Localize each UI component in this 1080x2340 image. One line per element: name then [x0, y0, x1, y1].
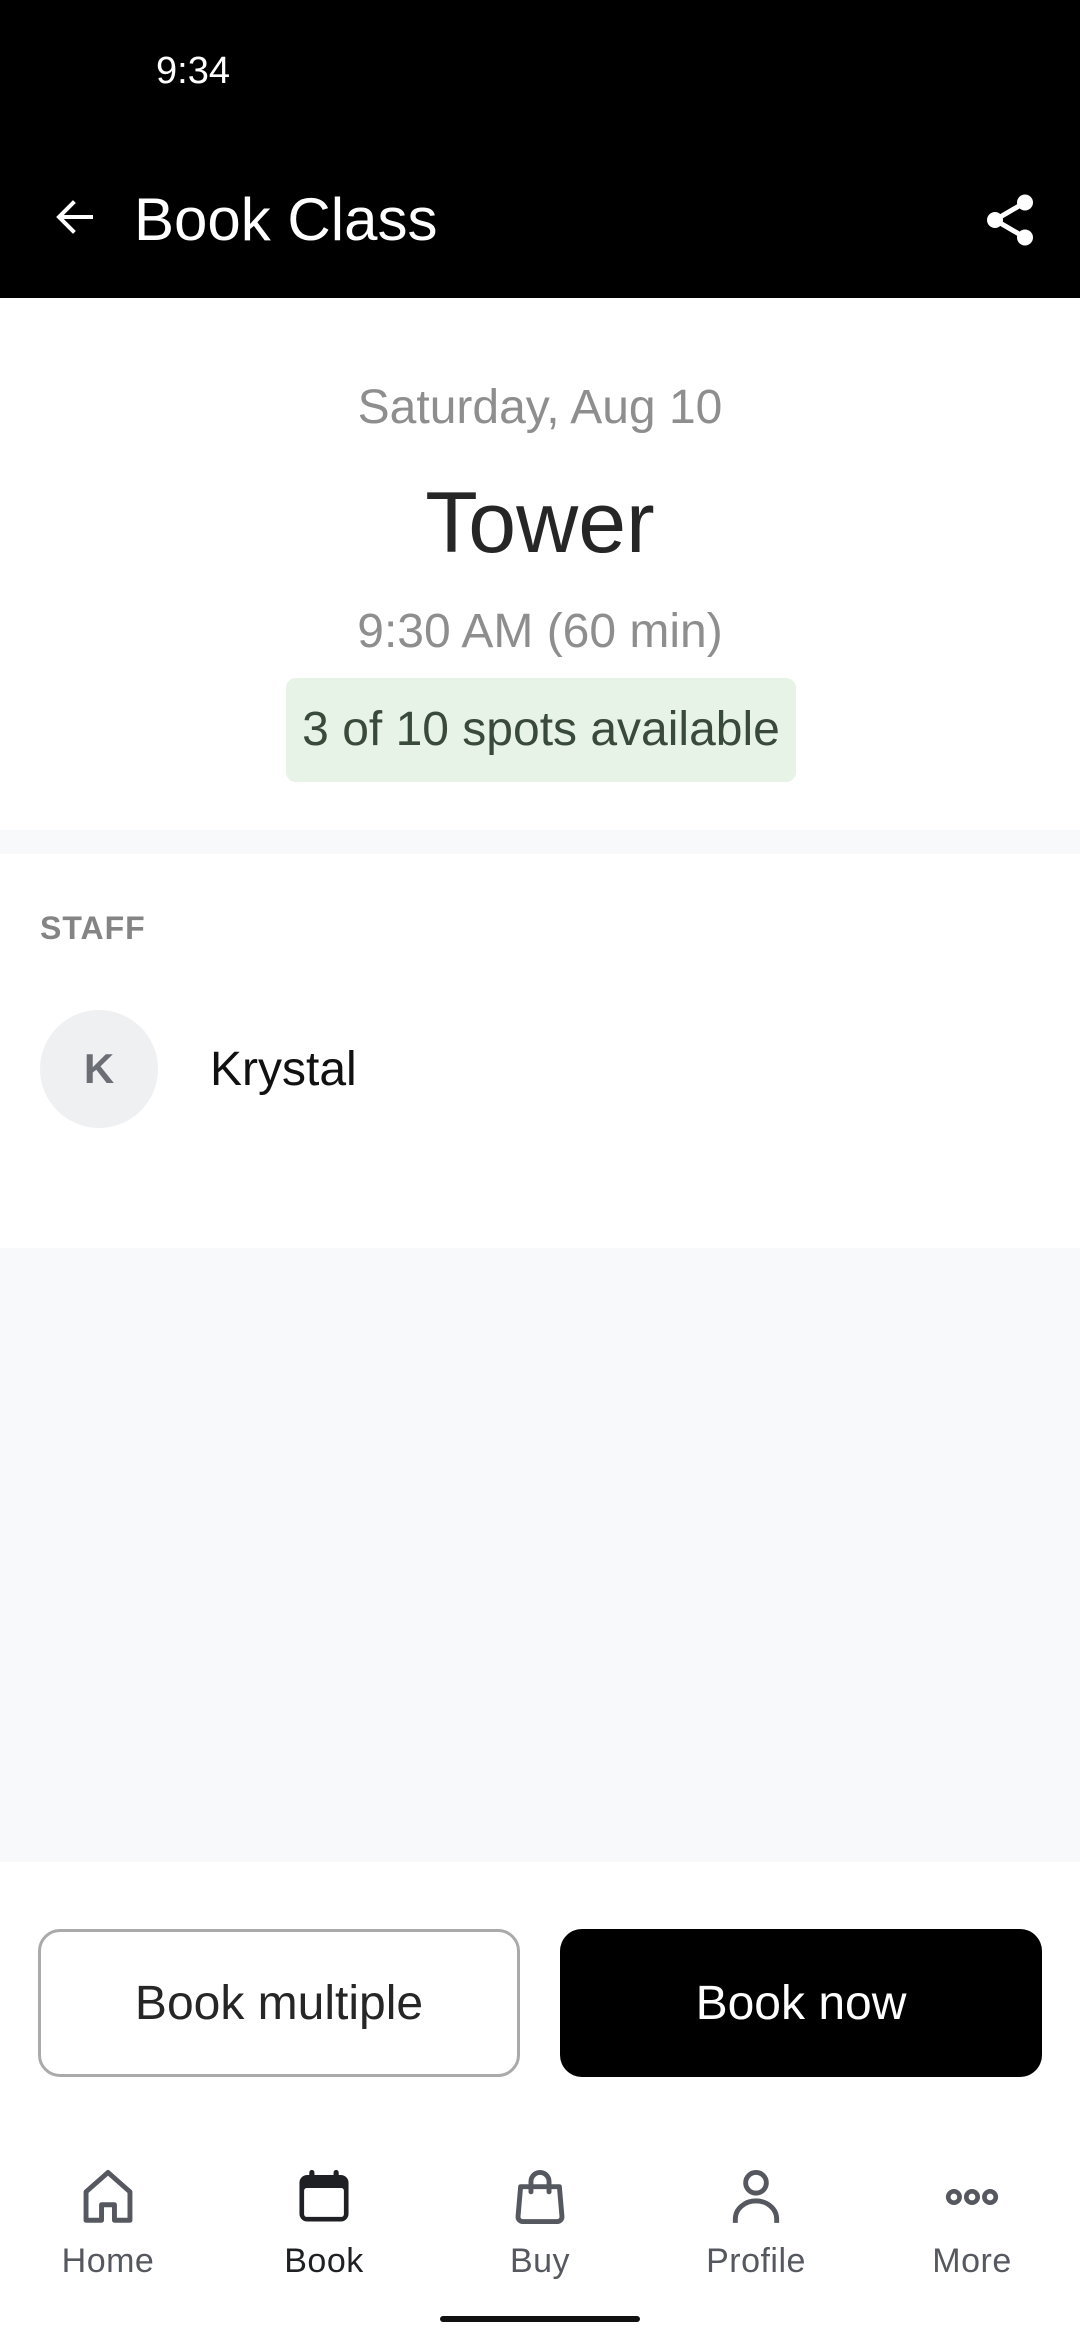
action-bar: Book multiple Book now	[0, 1862, 1080, 2132]
spots-badge: 3 of 10 spots available	[286, 678, 796, 782]
share-button[interactable]	[970, 180, 1050, 260]
nav-label: More	[932, 2242, 1012, 2280]
share-icon	[987, 194, 1033, 246]
bottom-nav: Home Book Buy Profile More	[0, 2132, 1080, 2340]
more-dots-icon	[945, 2188, 999, 2206]
calendar-icon	[299, 2169, 349, 2222]
nav-item-home[interactable]: Home	[0, 2162, 216, 2292]
staff-heading: STAFF	[40, 910, 146, 946]
staff-name[interactable]: Krystal	[210, 1042, 357, 1097]
book-multiple-button[interactable]: Book multiple	[38, 1929, 520, 2077]
staff-section: STAFF K Krystal	[0, 854, 1080, 1248]
nav-item-book[interactable]: Book	[216, 2162, 432, 2292]
class-time: 9:30 AM (60 min)	[357, 605, 723, 658]
section-divider	[0, 830, 1080, 854]
book-now-button[interactable]: Book now	[560, 1929, 1042, 2077]
nav-item-more[interactable]: More	[864, 2162, 1080, 2292]
back-button[interactable]	[40, 182, 110, 252]
page-title: Book Class	[134, 186, 438, 253]
class-date: Saturday, Aug 10	[357, 381, 723, 434]
status-bar: 9:34	[0, 0, 1080, 130]
shopping-bag-icon	[515, 2170, 565, 2224]
nav-label: Profile	[706, 2242, 806, 2280]
home-indicator[interactable]	[440, 2316, 640, 2322]
nav-label: Home	[61, 2242, 155, 2280]
class-name: Tower	[425, 475, 655, 571]
app-bar: Book Class	[0, 130, 1080, 298]
nav-item-profile[interactable]: Profile	[648, 2162, 864, 2292]
avatar: K	[40, 1010, 158, 1128]
status-time: 9:34	[156, 50, 230, 92]
nav-item-buy[interactable]: Buy	[432, 2162, 648, 2292]
empty-content-area	[0, 1248, 1080, 1862]
class-info: Saturday, Aug 10 Tower 9:30 AM (60 min) …	[0, 298, 1080, 830]
home-icon	[83, 2170, 133, 2223]
arrow-left-icon	[56, 200, 93, 234]
nav-label: Book	[284, 2242, 364, 2280]
person-icon	[732, 2170, 780, 2223]
nav-label: Buy	[509, 2242, 571, 2280]
